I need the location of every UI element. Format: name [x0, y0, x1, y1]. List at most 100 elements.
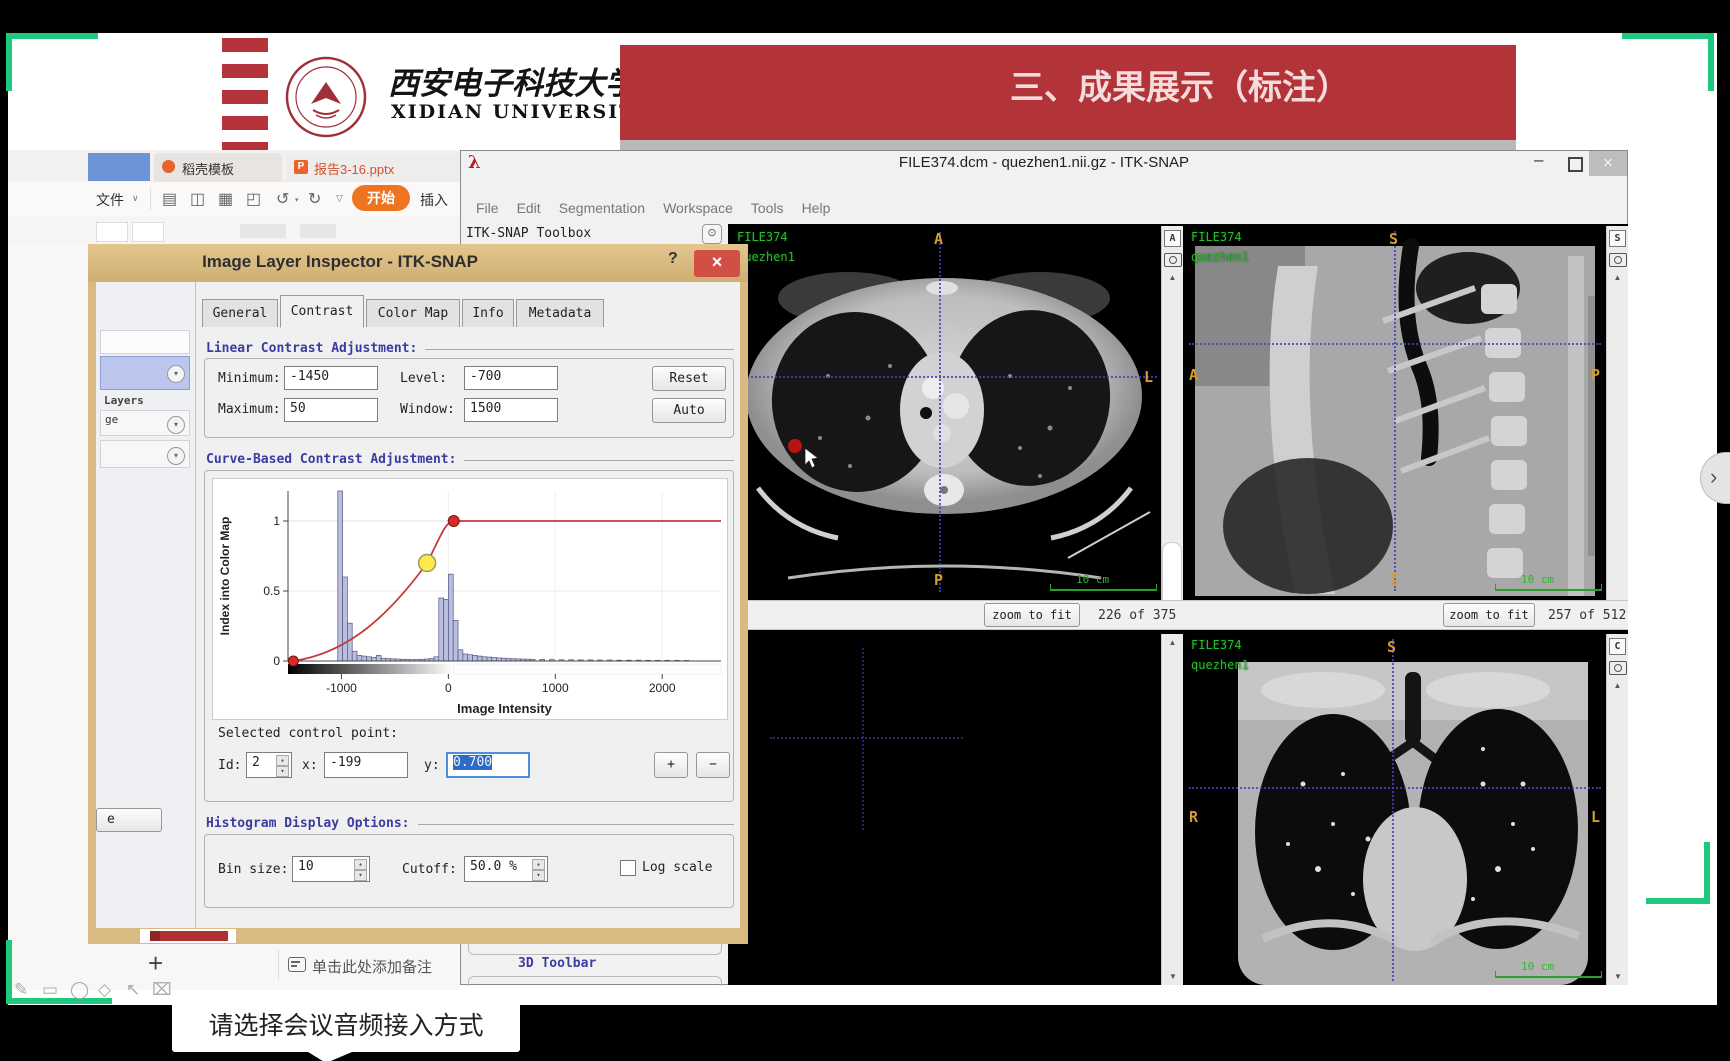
menu-tools[interactable]: Tools — [742, 200, 793, 222]
contrast-curve-chart[interactable]: -100001000200000.51Image IntensityIndex … — [212, 478, 728, 720]
spin-up-icon[interactable]: ▴ — [276, 755, 289, 766]
sagittal-scroll-up-icon[interactable]: ▲ — [1609, 273, 1627, 282]
axial-panel-letter-icon[interactable]: A — [1164, 230, 1181, 247]
save-icon[interactable]: ▤ — [162, 189, 177, 209]
ppt-file-menu[interactable]: 文件 — [96, 190, 124, 210]
pen-tool-icon[interactable]: ✎ — [14, 980, 28, 1000]
empty-view-scroll-down-icon[interactable]: ▼ — [1164, 972, 1182, 981]
rectangle-tool-icon[interactable]: ▭ — [42, 980, 58, 1000]
dialog-help-button[interactable]: ? — [668, 250, 678, 268]
empty-view-crosshair-vertical[interactable] — [862, 648, 864, 830]
add-control-point-button[interactable]: + — [654, 752, 688, 778]
close-window-button[interactable]: × — [1589, 151, 1627, 176]
minimize-button[interactable]: – — [1534, 150, 1543, 170]
maximum-input[interactable]: 50 — [284, 398, 378, 422]
view-coronal[interactable]: FILE374 quezhen1 S R L 10 cm — [1183, 634, 1606, 985]
window-input[interactable]: 1500 — [464, 398, 558, 422]
sagittal-screenshot-camera-icon[interactable] — [1609, 253, 1627, 267]
layer-row[interactable]: ▾ — [100, 440, 190, 468]
zoom-to-fit-button-left[interactable]: zoom to fit — [984, 603, 1080, 627]
axial-crosshair-vertical[interactable] — [939, 232, 941, 592]
coronal-panel-letter-icon[interactable]: C — [1609, 638, 1626, 655]
tab-metadata[interactable]: Metadata — [516, 299, 604, 327]
audio-tooltip[interactable]: 请选择会议音频接入方式 — [172, 1000, 520, 1052]
bin-size-spinner[interactable]: 10 ▴▾ — [292, 856, 370, 882]
clear-tool-icon[interactable]: ⌧ — [152, 980, 172, 1000]
ppt-tab-file[interactable]: P 报告3-16.pptx — [286, 153, 468, 182]
coronal-crosshair-horizontal[interactable] — [1189, 787, 1601, 789]
coronal-scrollbar[interactable]: C ▲ ▼ — [1606, 634, 1628, 985]
redo-icon[interactable]: ↻ — [308, 189, 321, 209]
zoom-to-fit-button-right[interactable]: zoom to fit — [1443, 603, 1535, 627]
layer-menu-chevron-icon[interactable]: ▾ — [167, 447, 185, 465]
menu-edit[interactable]: Edit — [508, 200, 550, 222]
undo-icon[interactable]: ↺ — [276, 189, 289, 209]
spin-down-icon[interactable]: ▾ — [532, 870, 545, 881]
cursor-tool-icon[interactable]: ↖ — [126, 980, 140, 1000]
tab-color-map[interactable]: Color Map — [366, 299, 460, 327]
annotation-red-dot[interactable] — [788, 439, 802, 453]
menu-file[interactable]: File — [476, 200, 508, 222]
menu-segmentation[interactable]: Segmentation — [550, 200, 654, 222]
dialog-close-button[interactable]: × — [694, 250, 740, 277]
spin-down-icon[interactable]: ▾ — [276, 766, 289, 777]
minimum-input[interactable]: -1450 — [284, 366, 378, 390]
menu-help[interactable]: Help — [793, 200, 840, 222]
eraser-tool-icon[interactable]: ◇ — [98, 980, 111, 1000]
cutoff-spinner[interactable]: 50.0 % ▴▾ — [464, 856, 548, 882]
sagittal-panel-letter-icon[interactable]: S — [1609, 230, 1626, 247]
menu-workspace[interactable]: Workspace — [654, 200, 742, 222]
ppt-insert-menu[interactable]: 插入 — [420, 190, 448, 210]
sagittal-scrollbar[interactable]: S ▲ ▼ — [1606, 226, 1628, 630]
layer-menu-chevron-icon[interactable]: ▾ — [167, 365, 185, 383]
empty-view-scroll-up-icon[interactable]: ▲ — [1164, 638, 1182, 647]
layer-row[interactable] — [100, 330, 190, 354]
id-spinner[interactable]: 2 ▴▾ — [246, 752, 292, 778]
copy-icon[interactable]: ◫ — [190, 189, 205, 209]
layer-row-selected[interactable]: ▾ — [100, 356, 190, 390]
print-preview-icon[interactable]: ◰ — [246, 189, 261, 209]
view-axial[interactable]: FILE374 quezhen1 A L P 10 cm — [728, 226, 1161, 596]
ppt-tab-template[interactable]: 稻壳模板 — [154, 153, 282, 182]
spin-up-icon[interactable]: ▴ — [354, 859, 367, 870]
ppt-new-slide-button[interactable]: + — [148, 948, 163, 979]
maximize-button[interactable] — [1568, 157, 1583, 172]
sagittal-crosshair-vertical[interactable] — [1394, 231, 1396, 591]
spin-down-icon[interactable]: ▾ — [354, 870, 367, 881]
level-input[interactable]: -700 — [464, 366, 558, 390]
auto-button[interactable]: Auto — [652, 398, 726, 423]
axial-crosshair-horizontal[interactable] — [732, 376, 1157, 378]
notes-placeholder[interactable]: 单击此处添加备注 — [312, 956, 432, 977]
spin-up-icon[interactable]: ▴ — [532, 859, 545, 870]
layers-panel-bottom-button[interactable]: e — [96, 808, 162, 832]
toolbox-collapse-icon[interactable]: ⊙ — [702, 224, 722, 244]
axial-scroll-up-icon[interactable]: ▲ — [1164, 273, 1182, 282]
sagittal-crosshair-horizontal[interactable] — [1189, 343, 1601, 345]
coronal-crosshair-vertical[interactable] — [1392, 639, 1394, 981]
coronal-scroll-down-icon[interactable]: ▼ — [1609, 972, 1627, 981]
axial-screenshot-camera-icon[interactable] — [1164, 253, 1182, 267]
empty-view-scrollbar[interactable]: ▲ ▼ — [1161, 634, 1183, 985]
print-icon[interactable]: ▦ — [218, 189, 233, 209]
remove-control-point-button[interactable]: − — [696, 752, 730, 778]
undo-dropdown-icon[interactable]: ▾ — [295, 196, 299, 204]
log-scale-checkbox[interactable] — [620, 860, 636, 876]
toolbar-more-icon[interactable]: ▽ — [336, 193, 343, 204]
view-sagittal[interactable]: FILE374 quezhen1 S A P I 10 cm — [1183, 226, 1606, 596]
tab-info[interactable]: Info — [462, 299, 514, 327]
ppt-doc-tab-fragment[interactable] — [88, 153, 150, 181]
coronal-scroll-up-icon[interactable]: ▲ — [1609, 681, 1627, 690]
y-input[interactable]: 0.700 — [446, 752, 530, 778]
layer-menu-chevron-icon[interactable]: ▾ — [167, 416, 185, 434]
ppt-start-button[interactable]: 开始 — [352, 185, 410, 211]
reset-button[interactable]: Reset — [652, 366, 726, 391]
coronal-screenshot-camera-icon[interactable] — [1609, 661, 1627, 675]
tab-contrast[interactable]: Contrast — [280, 295, 364, 328]
toolbar-3d-title[interactable]: 3D Toolbar — [518, 956, 596, 971]
layer-row-image[interactable]: ge ▾ — [100, 410, 190, 436]
view-empty-slice[interactable] — [728, 634, 1161, 985]
x-input[interactable]: -199 — [324, 752, 408, 778]
ellipse-tool-icon[interactable]: ◯ — [70, 980, 89, 1000]
tab-general[interactable]: General — [202, 299, 278, 327]
empty-view-crosshair-horizontal[interactable] — [770, 737, 963, 739]
